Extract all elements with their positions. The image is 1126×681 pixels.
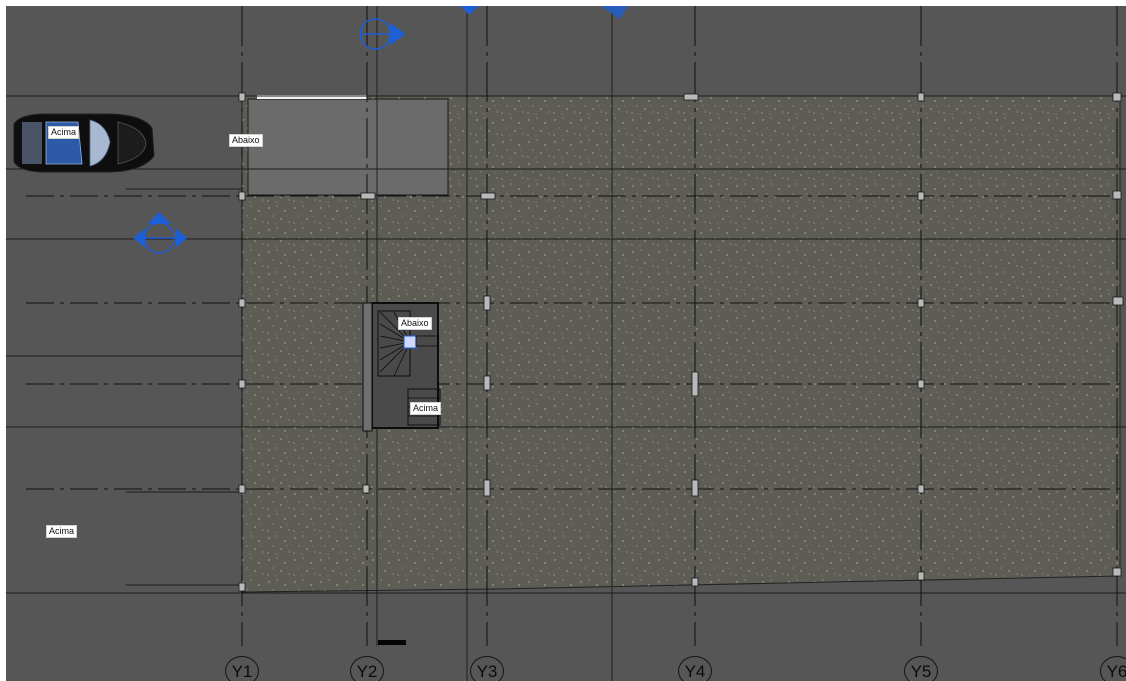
floor-plan-viewport[interactable]: Acima Abaixo Abaixo Acima Acima Y1 Y2 Y3… xyxy=(6,6,1126,681)
zone-level-tag: Acima xyxy=(46,525,78,538)
car-icon xyxy=(13,113,155,173)
floor-plan-drawing xyxy=(6,6,1126,681)
grid-bubble-y5[interactable]: Y5 xyxy=(904,656,938,681)
grid-bubble-y1[interactable]: Y1 xyxy=(225,656,259,681)
grid-bubble-y2[interactable]: Y2 xyxy=(350,656,384,681)
grid-bubble-y3[interactable]: Y3 xyxy=(470,656,504,681)
ramp-level-tag: Abaixo xyxy=(229,134,263,147)
grid-bubble-y4[interactable]: Y4 xyxy=(678,656,712,681)
grid-bubble-y6[interactable]: Y6 xyxy=(1100,656,1126,681)
stair-down-tag: Abaixo xyxy=(398,317,432,330)
stair-up-tag: Acima xyxy=(410,402,442,415)
ramp-area xyxy=(247,98,449,196)
car-level-tag: Acima xyxy=(48,126,80,139)
